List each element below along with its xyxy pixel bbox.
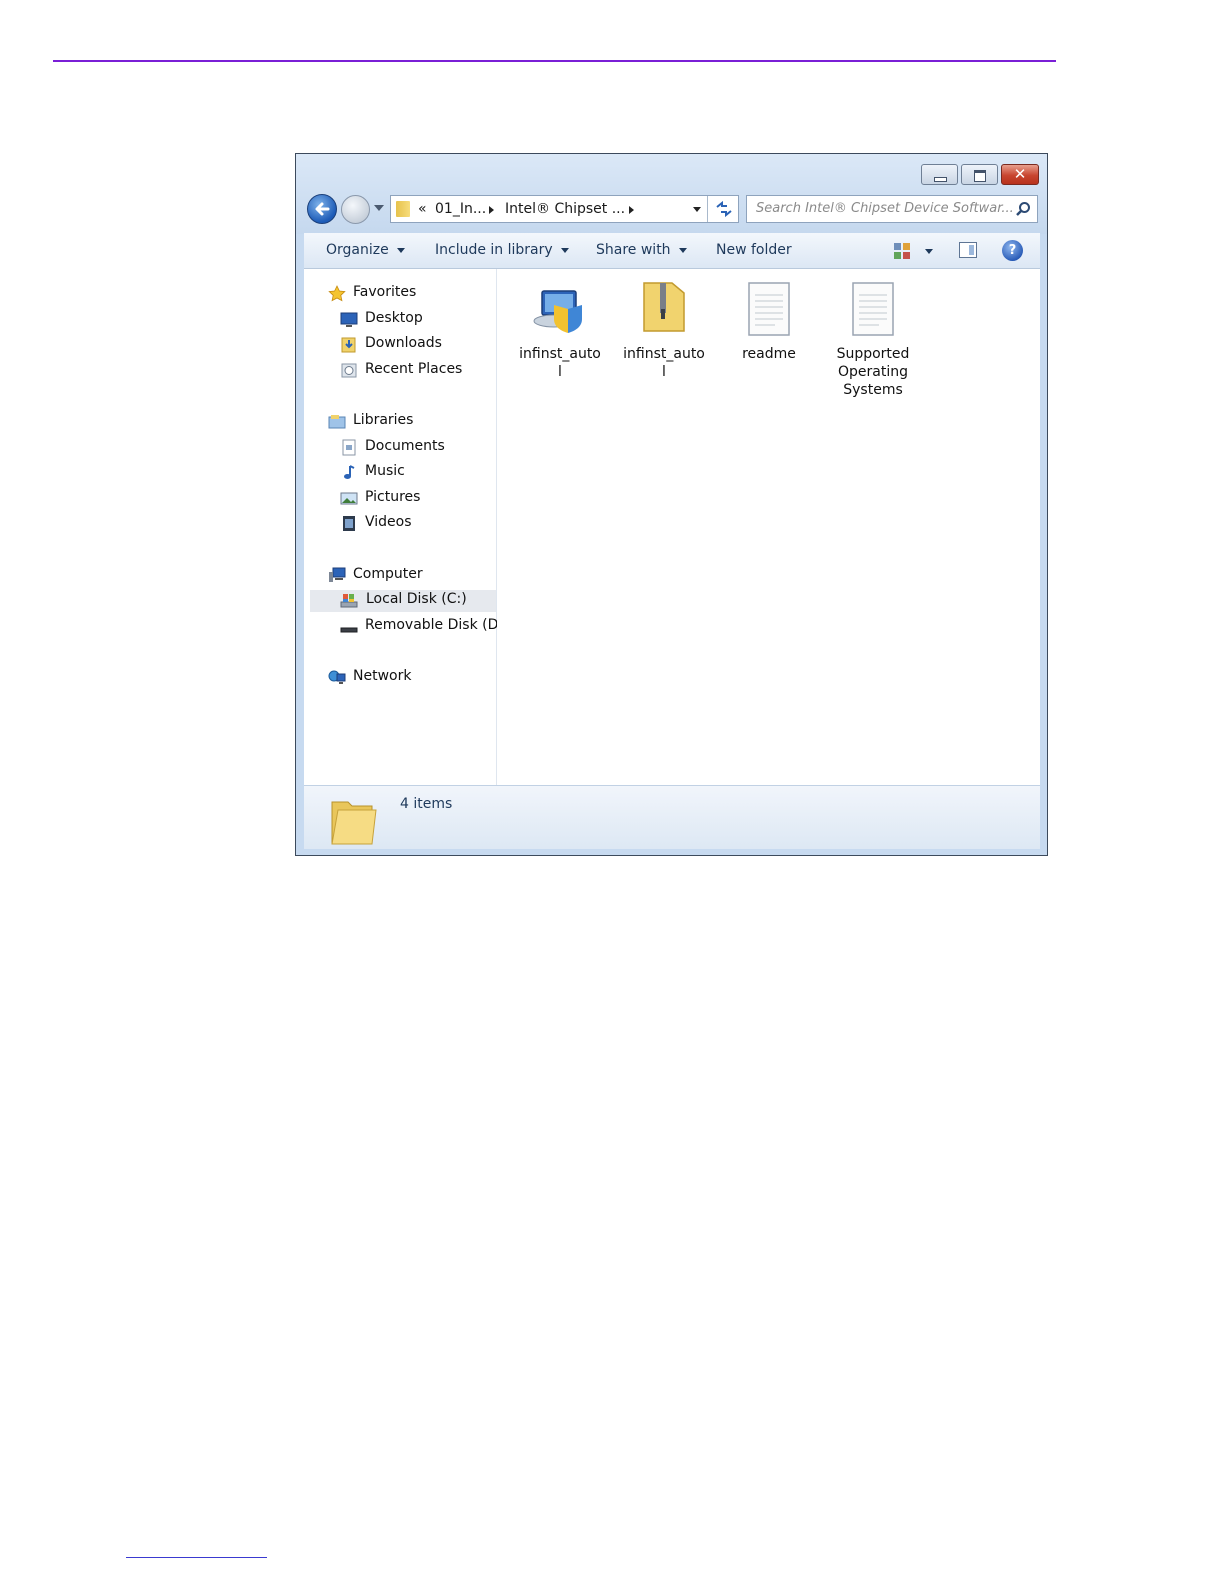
local-disk-icon [340,594,358,608]
file-item-infinst-autol-zip[interactable]: infinst_auto l [614,279,714,381]
close-button[interactable]: ✕ [1001,164,1039,185]
text-document-icon [852,282,894,336]
organize-menu[interactable]: Organize [326,242,405,258]
text-document-icon [748,282,790,336]
maximize-button[interactable] [961,164,998,185]
nav-favorites-label: Favorites [353,284,417,300]
nav-libraries-label: Libraries [353,412,414,428]
file-list: infinst_auto l infinst_auto l readme Sup… [497,269,1040,785]
videos-icon [343,516,355,531]
item-count: 4 items [400,796,453,812]
navigation-pane: Favorites Desktop Downloads Recent Place… [304,269,509,785]
maximize-icon [974,170,986,182]
chevron-down-icon [396,247,405,253]
recent-places-icon [341,363,357,378]
nav-item-label: Documents [365,438,445,454]
minimize-icon [934,177,947,182]
details-pane: 4 items [304,785,1040,849]
chevron-down-icon [678,247,687,253]
nav-item-label: Removable Disk (D:) [365,617,509,633]
command-bar: Organize Include in library Share with N… [304,233,1040,269]
network-icon [328,670,346,684]
file-name-label: infinst_auto l [519,346,601,380]
back-arrow-icon [315,202,330,216]
share-with-menu[interactable]: Share with [596,242,687,258]
file-name-label: Supported Operating Systems [836,346,910,398]
breadcrumb-segment-1[interactable]: 01_In... [435,201,486,217]
share-with-label: Share with [596,242,671,258]
view-options-dropdown-icon[interactable] [925,249,933,254]
nav-computer-label: Computer [353,566,423,582]
file-name-label: infinst_auto l [623,346,705,380]
file-item-supported-operating-systems[interactable]: Supported Operating Systems [823,279,923,399]
forward-button[interactable] [341,195,370,224]
file-name-label: readme [742,346,796,362]
file-item-readme[interactable]: readme [719,279,819,363]
page-top-rule [53,60,1056,62]
refresh-button[interactable] [707,196,740,222]
nav-item-label: Music [365,463,405,479]
new-folder-button[interactable]: New folder [716,242,792,258]
address-bar[interactable]: « 01_In... Intel® Chipset ... [390,195,739,223]
close-icon: ✕ [1013,165,1027,183]
search-input[interactable]: Search Intel® Chipset Device Softwar... [756,201,1014,216]
include-in-library-label: Include in library [435,242,553,258]
explorer-window: ✕ « 01_In... Intel® Chipset ... Search I… [295,153,1048,856]
nav-item-label: Desktop [365,310,423,326]
refresh-icon [716,200,732,218]
breadcrumb-separator-icon[interactable] [489,206,494,214]
breadcrumb-overflow[interactable]: « [418,201,427,217]
nav-network-label: Network [353,668,412,684]
folder-icon [331,801,377,845]
pictures-icon [340,492,358,505]
nav-item-local-disk-c[interactable]: Local Disk (C:) [310,590,496,612]
back-button[interactable] [307,194,337,224]
organize-label: Organize [326,242,389,258]
page-bottom-rule [126,1557,267,1558]
nav-item-label: Recent Places [365,361,463,377]
minimize-button[interactable] [921,164,958,185]
nav-item-label: Pictures [365,489,421,505]
chevron-down-icon [560,247,569,253]
zip-folder-icon [643,282,685,332]
help-button[interactable]: ? [1002,240,1023,261]
desktop-icon [340,312,358,327]
preview-pane-icon[interactable] [959,242,977,258]
include-in-library-menu[interactable]: Include in library [435,242,569,258]
address-dropdown-icon[interactable] [693,207,701,212]
nav-item-label: Local Disk (C:) [366,591,467,607]
installer-shield-icon [533,290,582,333]
music-icon [344,465,355,479]
nav-item-label: Downloads [365,335,442,351]
recent-pages-dropdown[interactable] [374,205,384,211]
removable-disk-icon [340,627,358,633]
file-item-infinst-autol-exe[interactable]: infinst_auto l [510,279,610,381]
computer-icon [329,567,346,582]
breadcrumb-separator-icon[interactable] [629,206,634,214]
star-icon [328,285,346,302]
search-box[interactable]: Search Intel® Chipset Device Softwar... [746,195,1038,223]
folder-icon [396,201,410,217]
change-view-icon[interactable] [893,242,911,260]
documents-icon [342,439,356,456]
nav-item-label: Videos [365,514,412,530]
search-icon[interactable] [1015,201,1031,217]
libraries-icon [328,415,346,429]
downloads-folder-icon [341,337,356,353]
breadcrumb-segment-2[interactable]: Intel® Chipset ... [505,201,625,217]
